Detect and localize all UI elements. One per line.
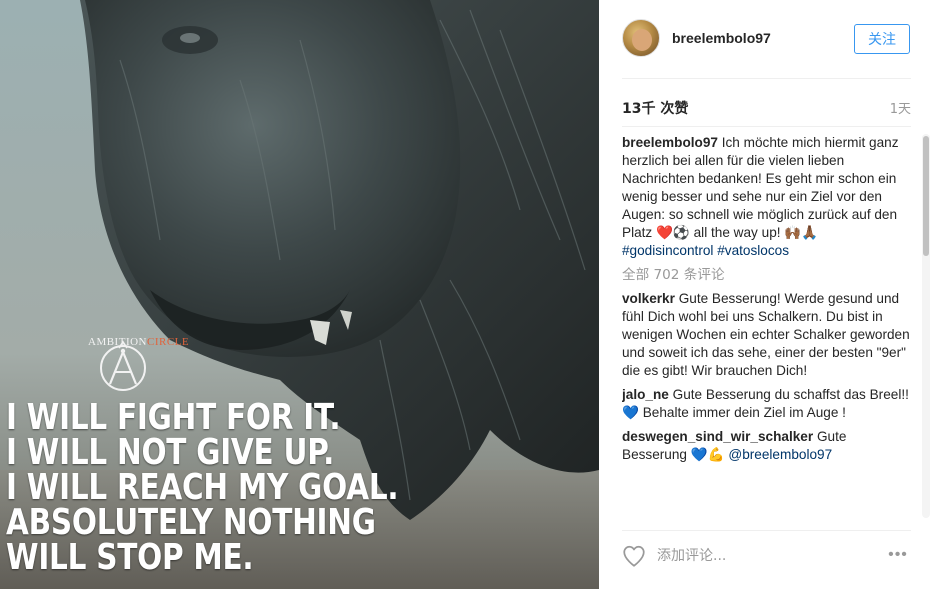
load-all-comments-link[interactable]: 全部 702 条评论 xyxy=(622,266,912,284)
divider xyxy=(622,78,911,79)
divider xyxy=(622,126,911,127)
list-item: jalo_ne Gute Besserung du schaffst das B… xyxy=(622,386,912,422)
add-comment-input[interactable] xyxy=(657,541,877,571)
quote-line: I WILL NOT GIVE UP. xyxy=(6,432,335,473)
quote-text: I WILL FIGHT FOR IT. I WILL NOT GIVE UP.… xyxy=(6,397,399,578)
more-options-icon[interactable]: ••• xyxy=(885,545,911,565)
comments-scrollbar[interactable] xyxy=(922,134,930,518)
hashtag-link[interactable]: #godisincontrol xyxy=(622,243,713,258)
post-photo[interactable]: AMBITIONCIRCLE I WILL FIGHT FOR IT. I WI… xyxy=(0,0,599,589)
list-item: volkerkr Gute Besserung! Werde gesund un… xyxy=(622,290,912,380)
avatar[interactable] xyxy=(622,19,660,57)
caption-username[interactable]: breelembolo97 xyxy=(622,135,718,150)
list-item: deswegen_sind_wir_schalker Gute Besserun… xyxy=(622,428,912,464)
follow-button[interactable]: 关注 xyxy=(854,24,910,54)
caption-text: Ich möchte mich hiermit ganz herzlich be… xyxy=(622,135,899,240)
post-timestamp[interactable]: 1天 xyxy=(890,98,911,117)
comment-username[interactable]: deswegen_sind_wir_schalker xyxy=(622,429,813,444)
comment-bar: ••• xyxy=(599,531,935,589)
quote-line: I WILL FIGHT FOR IT. xyxy=(6,397,341,438)
quote-line: ABSOLUTELY NOTHING xyxy=(6,502,376,543)
scrollbar-thumb[interactable] xyxy=(923,136,929,256)
heart-icon[interactable] xyxy=(621,543,647,569)
post-header: breelembolo97 关注 xyxy=(599,0,935,78)
post-details-panel: breelembolo97 关注 13千 次赞 1天 breelembolo97… xyxy=(599,0,935,589)
comments-list[interactable]: breelembolo97 Ich möchte mich hiermit ga… xyxy=(622,134,912,518)
comment-username[interactable]: jalo_ne xyxy=(622,387,669,402)
hashtag-link[interactable]: #vatoslocos xyxy=(717,243,789,258)
post-author-username[interactable]: breelembolo97 xyxy=(672,30,771,46)
quote-line: I WILL REACH MY GOAL. xyxy=(6,467,399,508)
mention-link[interactable]: @breelembolo97 xyxy=(728,447,832,462)
quote-line: WILL STOP ME. xyxy=(6,537,254,578)
ambition-circle-logo-icon xyxy=(100,340,146,391)
comment-username[interactable]: volkerkr xyxy=(622,291,675,306)
brand-logo: AMBITIONCIRCLE xyxy=(88,336,189,391)
post-stats: 13千 次赞 1天 xyxy=(622,98,911,118)
likes-count[interactable]: 13千 次赞 xyxy=(622,98,688,118)
caption: breelembolo97 Ich möchte mich hiermit ga… xyxy=(622,134,912,260)
